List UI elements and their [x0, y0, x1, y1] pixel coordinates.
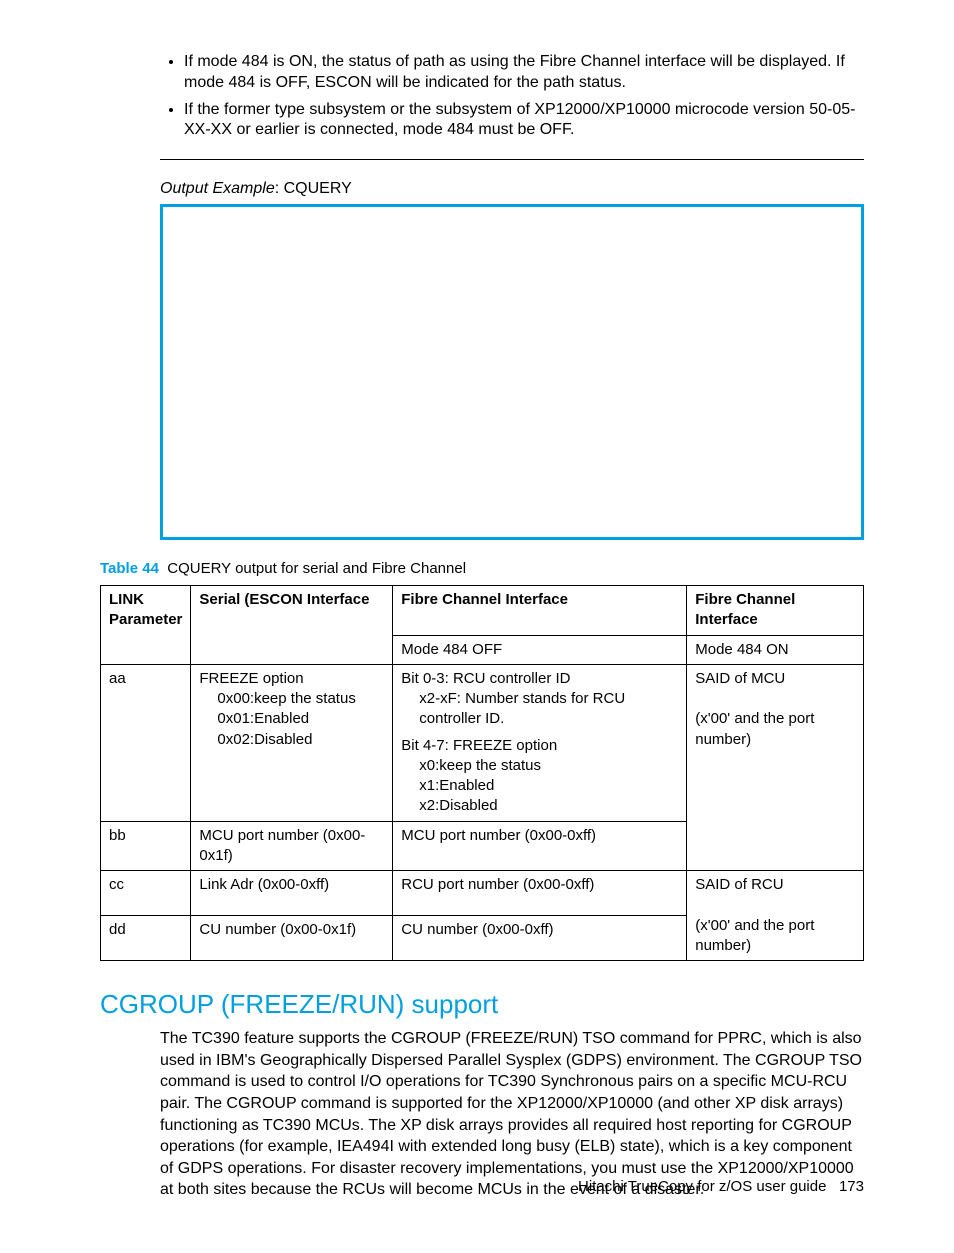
output-example-line: Output Example: CQUERY [160, 180, 864, 198]
bullet-item: If the former type subsystem or the subs… [184, 100, 864, 142]
cell-serial: CU number (0x00-0x1f) [191, 916, 393, 961]
th-mode-on: Mode 484 ON [687, 635, 864, 664]
cell-param: aa [101, 664, 191, 821]
info-bullet-list: If mode 484 is ON, the status of path as… [160, 52, 864, 141]
divider [160, 159, 864, 160]
cell-fc-off: Bit 0-3: RCU controller ID x2-xF: Number… [393, 664, 687, 821]
section-body: The TC390 feature supports the CGROUP (F… [160, 1028, 864, 1201]
output-example-box [160, 204, 864, 540]
cell-fc-off: MCU port number (0x00-0xff) [393, 821, 687, 871]
footer-doc-title: Hitachi TrueCopy for z/OS user guide [578, 1178, 826, 1195]
table-caption-text: CQUERY output for serial and Fibre Chann… [167, 560, 466, 577]
th-fibre-on: Fibre Channel Interface [687, 586, 864, 636]
cell-serial: FREEZE option 0x00:keep the status 0x01:… [191, 664, 393, 821]
th-serial: Serial (ESCON Interface [191, 586, 393, 665]
bullet-item: If mode 484 is ON, the status of path as… [184, 52, 864, 94]
th-link-parameter: LINK Parameter [101, 586, 191, 665]
section-heading: CGROUP (FREEZE/RUN) support [100, 989, 864, 1020]
cell-fc-off: RCU port number (0x00-0xff) [393, 871, 687, 916]
footer-page-number: 173 [839, 1178, 864, 1195]
table-caption: Table 44 CQUERY output for serial and Fi… [100, 560, 864, 577]
cell-param: bb [101, 821, 191, 871]
cell-fc-on: SAID of RCU (x'00' and the port number) [687, 871, 864, 961]
cell-serial: MCU port number (0x00-0x1f) [191, 821, 393, 871]
th-fibre-off: Fibre Channel Interface [393, 586, 687, 636]
cell-param: dd [101, 916, 191, 961]
cell-serial: Link Adr (0x00-0xff) [191, 871, 393, 916]
table-row: cc Link Adr (0x00-0xff) RCU port number … [101, 871, 864, 916]
table-label: Table 44 [100, 560, 159, 577]
cquery-table: LINK Parameter Serial (ESCON Interface F… [100, 585, 864, 961]
output-example-value: : CQUERY [275, 180, 352, 197]
cell-fc-on: SAID of MCU (x'00' and the port number) [687, 664, 864, 870]
cell-fc-off: CU number (0x00-0xff) [393, 916, 687, 961]
table-row: aa FREEZE option 0x00:keep the status 0x… [101, 664, 864, 821]
page-footer: Hitachi TrueCopy for z/OS user guide 173 [578, 1178, 864, 1195]
output-example-label: Output Example [160, 180, 275, 197]
cell-param: cc [101, 871, 191, 916]
th-mode-off: Mode 484 OFF [393, 635, 687, 664]
